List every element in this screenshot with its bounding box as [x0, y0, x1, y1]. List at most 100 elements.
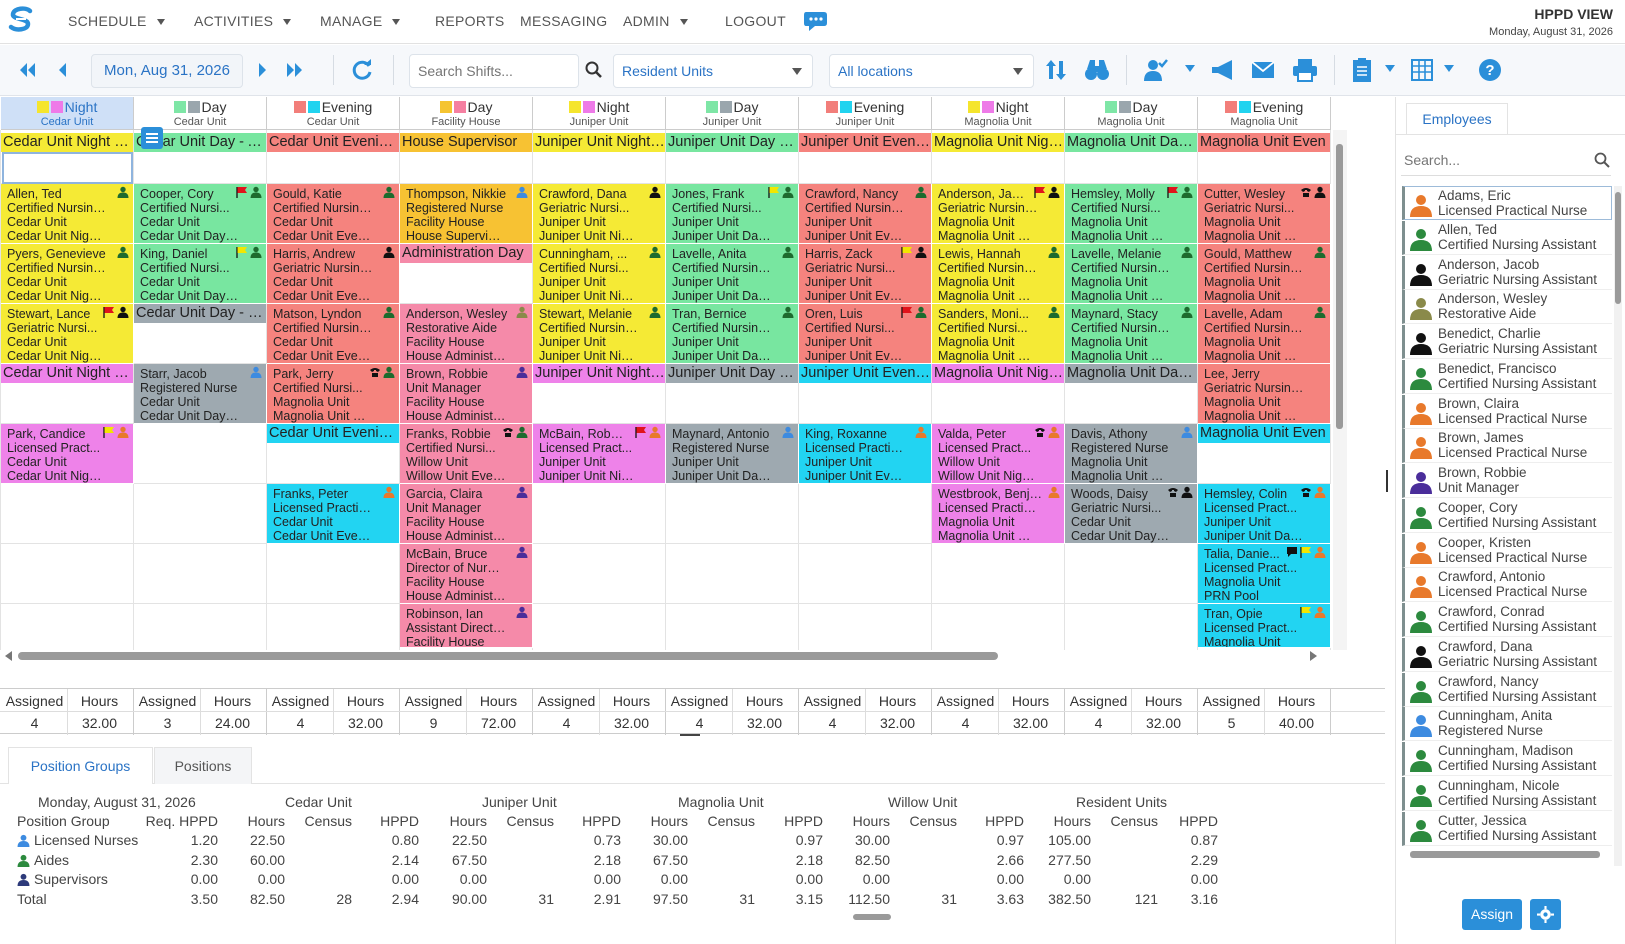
shift-assignment-card[interactable]: Park, Candice Licensed Pract... Cedar Unit… [1, 424, 134, 484]
shift-group-bar[interactable]: Administration Day [400, 244, 532, 263]
email-icon[interactable] [1250, 57, 1276, 83]
shift-group-bar[interactable]: Juniper Unit Day - A... [666, 133, 798, 152]
shift-group-bar[interactable]: Juniper Unit Night -... [533, 133, 665, 152]
shift-group-bar[interactable]: Cedar Unit Evening... [267, 133, 399, 152]
shift-group-bar[interactable]: Juniper Unit Night -... [533, 364, 665, 383]
shift-assignment-card[interactable]: Harris, Andrew Geriatric Nursing ... Cedar… [267, 244, 400, 304]
help-icon[interactable]: ? [1478, 57, 1502, 83]
column-header[interactable]: Day Magnolia Unit [1065, 97, 1198, 130]
shift-group-bar[interactable]: Magnolia Unit Even [1198, 424, 1330, 443]
shift-assignment-card[interactable]: Lewis, Hannah Certified Nursing ... Magnol… [932, 244, 1065, 304]
shift-assignment-card[interactable]: Maynard, Stacy Certified Nursing ... Magno… [1065, 304, 1198, 364]
scroll-right-icon[interactable] [1310, 651, 1317, 661]
locations-select[interactable]: All locations [829, 54, 1034, 88]
employee-list-item[interactable]: Cunningham, Madison Certified Nursing Ass… [1402, 742, 1612, 776]
scroll-left-icon[interactable] [5, 651, 12, 661]
selected-cell[interactable] [2, 152, 133, 184]
column-header[interactable]: Evening Cedar Unit [267, 97, 400, 130]
shift-assignment-card[interactable]: Sanders, Moni... Certified Nursi... Magnol… [932, 304, 1065, 364]
shift-assignment-card[interactable]: Hemsley, Colin Licensed Pract... Juniper U… [1198, 484, 1331, 544]
employee-list-item[interactable]: Cooper, Kristen Licensed Practical Nurse [1402, 533, 1612, 568]
shift-assignment-card[interactable]: Gould, Katie Certified Nursing ... Cedar U… [267, 184, 400, 244]
shift-assignment-card[interactable]: Jones, Frank Certified Nursi... Juniper Un… [666, 184, 799, 244]
shift-group-bar[interactable]: Magnolia Unit Even [1198, 133, 1330, 152]
column-header[interactable]: Evening Magnolia Unit [1198, 97, 1331, 130]
search-shifts-input[interactable] [409, 54, 579, 88]
shift-assignment-card[interactable]: Stewart, Melanie Certified Nursing ... Jun… [533, 304, 666, 364]
employee-list-item[interactable]: Cunningham, Nicole Certified Nursing Assi… [1402, 776, 1612, 811]
assign-staff-caret-icon[interactable] [1185, 65, 1195, 72]
assign-staff-icon[interactable] [1142, 57, 1168, 83]
refresh-icon[interactable] [350, 57, 374, 83]
employee-list-item[interactable]: Benedict, Charlie Geriatric Nursing Assis… [1402, 325, 1612, 359]
shift-assignment-card[interactable]: Gould, Matthew Certified Nursing ... Magno… [1198, 244, 1331, 304]
shift-group-bar[interactable]: Cedar Unit Night - ... [1, 364, 133, 383]
messaging-chat-icon[interactable] [803, 9, 829, 33]
shift-assignment-card[interactable]: Franks, Peter Licensed Practica... Cedar U… [267, 484, 400, 544]
panel-resize-handle[interactable] [1386, 470, 1388, 492]
employee-search-icon[interactable] [1594, 152, 1610, 168]
shift-assignment-card[interactable]: Harris, Zack Geriatric Nursi... Juniper Un… [799, 244, 932, 304]
shift-group-bar[interactable]: Juniper Unit Evenin... [799, 364, 931, 383]
grid-horizontal-scrollbar[interactable] [18, 652, 998, 660]
units-select[interactable]: Resident Units [613, 54, 813, 88]
resize-handle[interactable] [680, 734, 700, 736]
shift-assignment-card[interactable]: Lee, Jerry Geriatric Nursing ... Magnolia … [1198, 364, 1331, 424]
shift-group-bar[interactable]: Magnolia Unit Nigh... [932, 133, 1064, 152]
shift-assignment-card[interactable]: Woods, Daisy Geriatric Nursi... Cedar Unit… [1065, 484, 1198, 544]
shift-group-bar[interactable]: Juniper Unit Evenin... [799, 133, 931, 152]
tab-position-groups[interactable]: Position Groups [8, 747, 153, 784]
shift-assignment-card[interactable]: McBain, Rober... Licensed Pract... Juniper… [533, 424, 666, 484]
column-header[interactable]: Day Juniper Unit [666, 97, 799, 130]
print-icon[interactable] [1292, 57, 1318, 83]
shift-group-bar[interactable]: Cedar Unit Night - ... [1, 133, 133, 152]
employee-list-item[interactable]: Brown, Claira Licensed Practical Nurse [1402, 394, 1612, 429]
employee-list-item[interactable]: Anderson, Wesley Restorative Aide [1402, 290, 1612, 325]
employee-list-item[interactable]: Crawford, Antonio Licensed Practical Nurs… [1402, 568, 1612, 603]
shift-assignment-card[interactable]: Tran, Bernice Certified Nursing ... Junipe… [666, 304, 799, 364]
nav-schedule[interactable]: SCHEDULE [68, 13, 165, 29]
shift-assignment-card[interactable]: Oren, Luis Certified Nursi... Juniper Unit… [799, 304, 932, 364]
shift-group-bar[interactable]: Juniper Unit Day - ... [666, 364, 798, 383]
shift-assignment-card[interactable]: Tran, Opie Licensed Pract... Magnolia Unit [1198, 604, 1331, 648]
shift-assignment-card[interactable]: Cunningham, ... Certified Nursi... Juniper… [533, 244, 666, 304]
shift-assignment-card[interactable]: Westbrook, Benja... Licensed Practica... M… [932, 484, 1065, 544]
employee-list-item[interactable]: Brown, Robbie Unit Manager [1402, 464, 1612, 498]
shift-group-bar[interactable]: House Supervisor [400, 133, 532, 152]
shift-assignment-card[interactable]: Lavelle, Adam Certified Nursing ... Magnol… [1198, 304, 1331, 364]
employee-list-item[interactable]: Cunningham, Anita Registered Nurse [1402, 707, 1612, 742]
shift-assignment-card[interactable]: Cooper, Cory Certified Nursi... Cedar Unit… [134, 184, 267, 244]
settings-button[interactable] [1530, 899, 1561, 930]
column-header[interactable]: Day Facility House [400, 97, 533, 130]
shift-assignment-card[interactable]: Garcia, Claira Unit Manager Facility House… [400, 484, 533, 544]
nav-logout[interactable]: LOGOUT [725, 13, 786, 29]
last-page-icon[interactable] [285, 57, 305, 83]
employee-list-item[interactable]: Crawford, Conrad Certified Nursing Assist… [1402, 603, 1612, 637]
shift-assignment-card[interactable]: Valda, Peter Licensed Pract... Willow Unit… [932, 424, 1065, 484]
summary-scrollbar[interactable] [853, 914, 891, 920]
employee-list-item[interactable]: Benedict, Francisco Certified Nursing Ass… [1402, 359, 1612, 394]
shift-assignment-card[interactable]: Davis, Athony Registered Nurse Magnolia Un… [1065, 424, 1198, 484]
tab-positions[interactable]: Positions [154, 747, 252, 784]
search-icon[interactable] [585, 57, 603, 83]
shift-group-bar[interactable]: Magnolia Unit Day ... [1065, 364, 1197, 383]
employee-list-item[interactable]: Crawford, Nancy Certified Nursing Assista… [1402, 672, 1612, 707]
sort-icon[interactable] [1045, 57, 1067, 83]
shift-assignment-card[interactable]: Pyers, Genevieve Certified Nursing ... Ced… [1, 244, 134, 304]
shift-assignment-card[interactable]: Franks, Robbie Certified Nursi... Willow U… [400, 424, 533, 484]
shift-assignment-card[interactable]: Thompson, Nikkie Registered Nurse Facility… [400, 184, 533, 244]
shift-assignment-card[interactable]: McBain, Bruce Director of Nursing Facility… [400, 544, 533, 604]
shift-group-bar[interactable]: Cedar Unit Day - N... [134, 304, 266, 323]
shift-assignment-card[interactable]: Matson, Lyndon Certified Nursing ... Cedar… [267, 304, 400, 364]
employee-list-item[interactable]: Adams, Eric Licensed Practical Nurse [1402, 186, 1612, 220]
clipboard-caret-icon[interactable] [1385, 65, 1395, 72]
employee-list-h-scrollbar[interactable] [1410, 851, 1600, 858]
employee-list-item[interactable]: Anderson, Jacob Geriatric Nursing Assista… [1402, 255, 1612, 290]
shift-assignment-card[interactable]: Stewart, Lance Geriatric Nursi... Cedar Un… [1, 304, 134, 364]
employee-list-item[interactable]: Brown, James Licensed Practical Nurse [1402, 429, 1612, 464]
tab-employees[interactable]: Employees [1406, 103, 1508, 134]
first-page-icon[interactable] [17, 57, 37, 83]
binoculars-icon[interactable] [1084, 57, 1110, 83]
employee-list-item[interactable]: Crawford, Dana Geriatric Nursing Assistan… [1402, 637, 1612, 672]
employee-list-item[interactable]: Allen, Ted Certified Nursing Assistant [1402, 220, 1612, 255]
